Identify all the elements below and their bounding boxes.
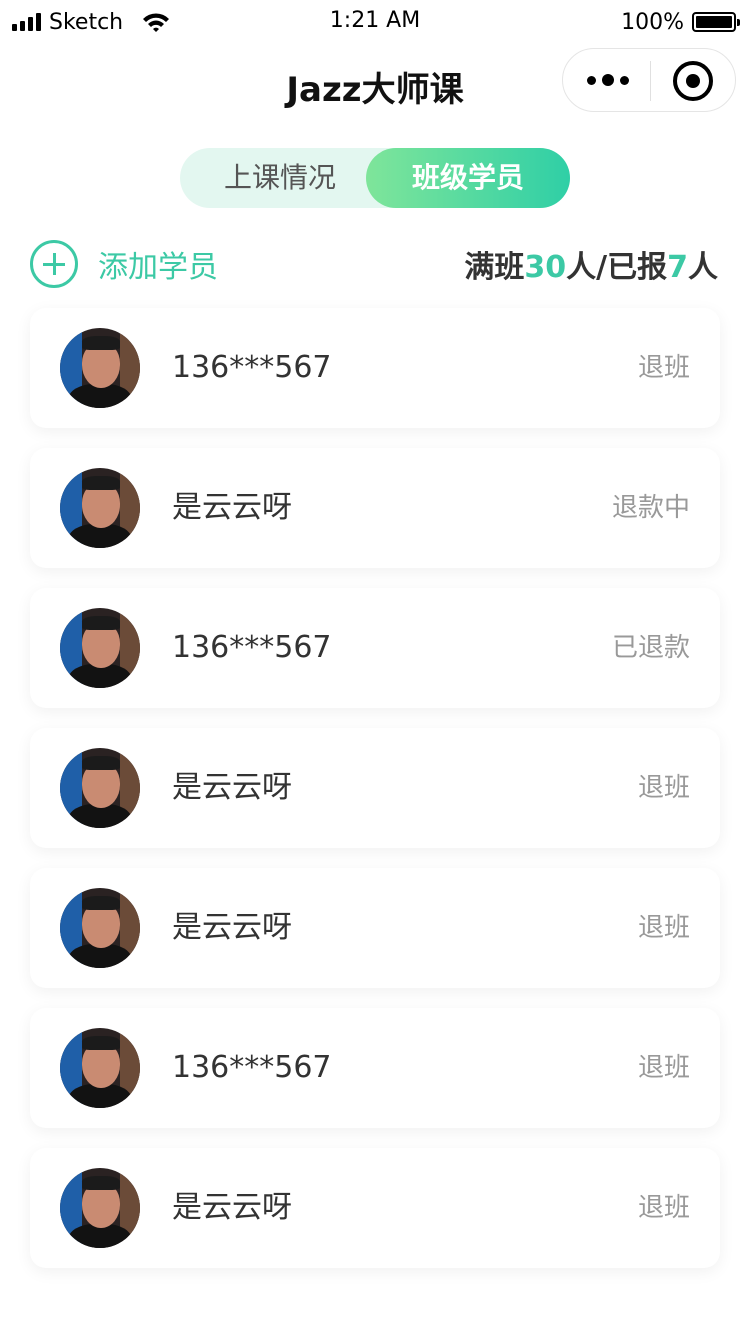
student-list: 136***567 退班 是云云呀 退款中 136***567 已退款 是云云呀… [30, 308, 720, 1288]
student-name: 136***567 [172, 630, 332, 665]
capacity-suffix: 人 [688, 250, 718, 285]
capacity-mid: 人/已报 [566, 250, 668, 285]
segmented-tabs: 上课情况 班级学员 [180, 148, 570, 208]
list-item: 是云云呀 退班 [30, 728, 720, 848]
avatar [60, 1168, 140, 1248]
student-action-button[interactable]: 退班 [638, 728, 690, 848]
student-name: 是云云呀 [172, 770, 292, 805]
add-student-label: 添加学员 [98, 250, 218, 285]
capacity-total: 30 [524, 250, 567, 285]
target-circle-icon[interactable] [673, 61, 713, 101]
class-capacity: 满班30人/已报7人 [464, 242, 718, 286]
student-action-button[interactable]: 退班 [638, 1008, 690, 1128]
mini-program-capsule [562, 48, 736, 112]
capacity-prefix: 满班 [464, 250, 525, 285]
more-dots-icon[interactable] [587, 49, 629, 111]
capsule-divider [650, 61, 651, 101]
student-action-button[interactable]: 退班 [638, 308, 690, 428]
list-item: 是云云呀 退款中 [30, 448, 720, 568]
student-name: 是云云呀 [172, 1190, 292, 1225]
tab-attendance[interactable]: 上课情况 [180, 148, 380, 208]
plus-circle-icon [30, 240, 78, 288]
avatar [60, 608, 140, 688]
student-name: 是云云呀 [172, 910, 292, 945]
status-bar-right: 100% [621, 8, 740, 36]
student-name: 136***567 [172, 350, 332, 385]
avatar [60, 888, 140, 968]
capacity-enrolled: 7 [667, 250, 688, 285]
avatar [60, 1028, 140, 1108]
list-item: 136***567 退班 [30, 1008, 720, 1128]
battery-percent: 100% [621, 9, 684, 35]
student-name: 是云云呀 [172, 490, 292, 525]
avatar [60, 328, 140, 408]
list-item: 136***567 已退款 [30, 588, 720, 708]
student-status-label: 已退款 [611, 633, 690, 663]
list-item: 是云云呀 退班 [30, 1148, 720, 1268]
add-student-button[interactable]: 添加学员 [30, 240, 218, 288]
student-action-button[interactable]: 退班 [638, 1148, 690, 1268]
list-item: 是云云呀 退班 [30, 868, 720, 988]
list-item: 136***567 退班 [30, 308, 720, 428]
avatar [60, 468, 140, 548]
tab-class-students[interactable]: 班级学员 [366, 148, 570, 208]
battery-icon [692, 12, 740, 32]
status-bar: Sketch 1:21 AM 100% [0, 0, 750, 44]
student-status-label: 退款中 [611, 493, 690, 523]
student-name: 136***567 [172, 1050, 332, 1085]
student-action-button[interactable]: 退班 [638, 868, 690, 988]
avatar [60, 748, 140, 828]
